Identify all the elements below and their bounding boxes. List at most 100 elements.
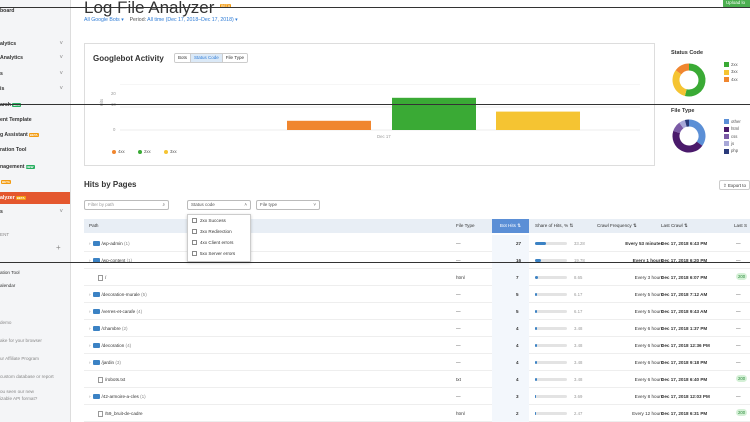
donut-slice-html[interactable] xyxy=(672,130,703,153)
status-cell: — xyxy=(736,241,741,246)
column-header-1[interactable]: File Type xyxy=(456,219,475,233)
table-row[interactable]: › /jardin (3) — 4 3.48 Every 6 hours Dec 17, 2… xyxy=(84,354,750,371)
bot-hits-cell: 4 xyxy=(516,326,519,331)
expand-icon[interactable]: › xyxy=(89,292,91,297)
sidebar-item-11[interactable]: alyzer BETA xyxy=(0,192,70,204)
share-bar-fill xyxy=(535,412,536,415)
sidebar-item-4[interactable]: is ˅ xyxy=(0,83,70,95)
status-code-select[interactable]: Status code ˄ xyxy=(187,200,251,210)
column-header-6[interactable]: Last S xyxy=(734,219,747,233)
donut-slice-css[interactable] xyxy=(673,122,684,134)
sidebar-tool-0[interactable]: ation Tool xyxy=(0,270,20,275)
add-project-icon[interactable]: + xyxy=(56,243,61,252)
sidebar-item-3[interactable]: s ˅ xyxy=(0,68,70,80)
share-bar xyxy=(535,378,567,381)
file-type-select[interactable]: File type ˅ xyxy=(256,200,320,210)
checkbox[interactable] xyxy=(192,229,197,235)
tab-file-type[interactable]: File Type xyxy=(222,54,247,62)
sidebar-item-1[interactable]: alytics ˅ xyxy=(0,38,70,50)
table-row[interactable]: › /42-armoire-a-cles (1) — 3 3.69 Every 8 hou… xyxy=(84,388,750,405)
sidebar-item-8[interactable]: ration Tool xyxy=(0,144,70,156)
sidebar-item-label: g Assistant xyxy=(0,132,28,138)
expand-icon[interactable]: › xyxy=(89,343,91,348)
path-cell[interactable]: › /verres-et-carafe (4) xyxy=(89,303,142,320)
status-badge: 200 xyxy=(736,409,748,416)
donut-slice-4xx[interactable] xyxy=(675,63,690,75)
column-header-2[interactable]: Bot Hits ⇅ xyxy=(492,219,529,233)
path-cell[interactable]: › /jardin (3) xyxy=(89,354,121,371)
share-bar-fill xyxy=(535,378,537,381)
checkbox[interactable] xyxy=(192,218,197,224)
path-cell[interactable]: /59_bruit-de-cadre xyxy=(98,405,143,422)
sidebar-footer-0[interactable]: demo xyxy=(0,320,12,325)
bot-hits-cell: 3 xyxy=(516,394,519,399)
donut-slice-2xx[interactable] xyxy=(684,63,706,97)
option-label: 3xx Redirection xyxy=(200,229,232,234)
table-row[interactable]: › /decoration (4) — 4 3.48 Every 6 hours Dec 1… xyxy=(84,337,750,354)
path-count: (5) xyxy=(141,292,147,297)
expand-icon[interactable]: › xyxy=(89,360,91,365)
table-row[interactable]: /59_bruit-de-cadre html 2 2.47 Every 12 hou… xyxy=(84,405,750,422)
table-row[interactable]: › /wp-admin (1) — 27 33.28 Every 53 minutes De… xyxy=(84,235,750,252)
status-cell: — xyxy=(736,360,741,365)
status-option-0[interactable]: 2xx Success xyxy=(188,215,250,226)
expand-icon[interactable]: › xyxy=(89,309,91,314)
legend-3xx[interactable]: 3xx xyxy=(164,149,177,154)
period-filter[interactable]: All time (Dec 17, 2018–Dec 17, 2018) ▾ xyxy=(147,17,238,23)
sidebar-item-7[interactable]: g Assistant BETA xyxy=(0,129,70,141)
bar-4xx[interactable] xyxy=(287,120,371,130)
path-cell[interactable]: › /42-armoire-a-cles (1) xyxy=(89,388,146,405)
tab-bots[interactable]: Bots xyxy=(175,54,192,62)
export-button[interactable]: ⇪ Export to xyxy=(718,180,750,190)
donut-slice-other[interactable] xyxy=(688,119,706,146)
donut-slice-js[interactable] xyxy=(679,120,687,129)
column-header-4[interactable]: Crawl Frequency ⇅ xyxy=(597,219,637,233)
sidebar-item-2[interactable]: Analytics ˅ xyxy=(0,52,70,64)
column-header-5[interactable]: Last Crawl ⇅ xyxy=(661,219,688,233)
last-crawl-cell: Dec 17, 2018 6:40 PM xyxy=(661,377,708,382)
sidebar-item-9[interactable]: nagement NEW xyxy=(0,161,70,173)
table-row[interactable]: / html 7 8.65 Every 3 hours Dec 17, 2018 6:0… xyxy=(84,269,750,286)
table-row[interactable]: › /decoration-murale (5) — 5 6.17 Every 5 hou… xyxy=(84,286,750,303)
path-cell[interactable]: › /wp-admin (1) xyxy=(89,235,130,252)
checkbox[interactable] xyxy=(192,251,197,257)
checkbox[interactable] xyxy=(192,240,197,246)
sidebar-footer-2[interactable]: ur Affiliate Program xyxy=(0,356,39,361)
sidebar-item-6[interactable]: ent Template xyxy=(0,114,70,126)
expand-icon[interactable]: › xyxy=(89,394,91,399)
sidebar-footer-4[interactable]: ou seen our new xyxy=(0,389,34,394)
sidebar-footer-3[interactable]: custom database or report xyxy=(0,374,54,379)
sidebar-item-5[interactable]: archNEW xyxy=(0,99,70,111)
status-option-1[interactable]: 3xx Redirection xyxy=(188,226,250,237)
sidebar-item-10[interactable]: BETA xyxy=(0,176,70,188)
bar-2xx[interactable] xyxy=(392,97,476,130)
path-cell[interactable]: › /decoration-murale (5) xyxy=(89,286,147,303)
sidebar-tool-1[interactable]: alendar xyxy=(0,283,15,288)
donut-slice-3xx[interactable] xyxy=(672,70,687,96)
column-header-3[interactable]: Share of Hits, % ⇅ xyxy=(535,219,573,233)
legend-4xx[interactable]: 4xx xyxy=(112,149,125,154)
legend-2xx[interactable]: 2xx xyxy=(138,149,151,154)
path-cell[interactable]: › /chambre (2) xyxy=(89,320,128,337)
path-cell[interactable]: ›/wp-content (1) xyxy=(89,252,132,269)
path-cell[interactable]: › /decoration (4) xyxy=(89,337,131,354)
status-option-3[interactable]: 5xx Server errors xyxy=(188,248,250,259)
sidebar-footer-1[interactable]: ake for your browser xyxy=(0,338,42,343)
path-cell[interactable]: / xyxy=(98,269,106,286)
table-row[interactable]: › /chambre (2) — 4 3.48 Every 6 hours Dec 17, … xyxy=(84,320,750,337)
status-option-2[interactable]: 4xx Client errors xyxy=(188,237,250,248)
column-header-0[interactable]: Path xyxy=(89,219,98,233)
sidebar-footer-5[interactable]: izable API format? xyxy=(0,396,37,401)
table-row[interactable]: /robots.txt txt 4 3.48 Every 6 hours Dec 17,… xyxy=(84,371,750,388)
table-row[interactable]: ›/wp-content (1) — 16 19.78 Every 1 hours Dec… xyxy=(84,252,750,269)
legend-3xx-dot xyxy=(164,149,168,154)
tab-status-code[interactable]: Status Code xyxy=(191,54,223,62)
sidebar-item-12[interactable]: s ˅ xyxy=(0,206,70,218)
bar-3xx[interactable] xyxy=(496,111,580,130)
expand-icon[interactable]: › xyxy=(89,241,91,246)
table-row[interactable]: › /verres-et-carafe (4) — 5 6.17 Every 5 hour… xyxy=(84,303,750,320)
bots-filter[interactable]: All Google Bots ▾ xyxy=(84,17,124,23)
path-filter-input[interactable]: Filter by path ⌕ xyxy=(84,200,169,210)
path-cell[interactable]: /robots.txt xyxy=(98,371,125,388)
expand-icon[interactable]: › xyxy=(89,326,91,331)
